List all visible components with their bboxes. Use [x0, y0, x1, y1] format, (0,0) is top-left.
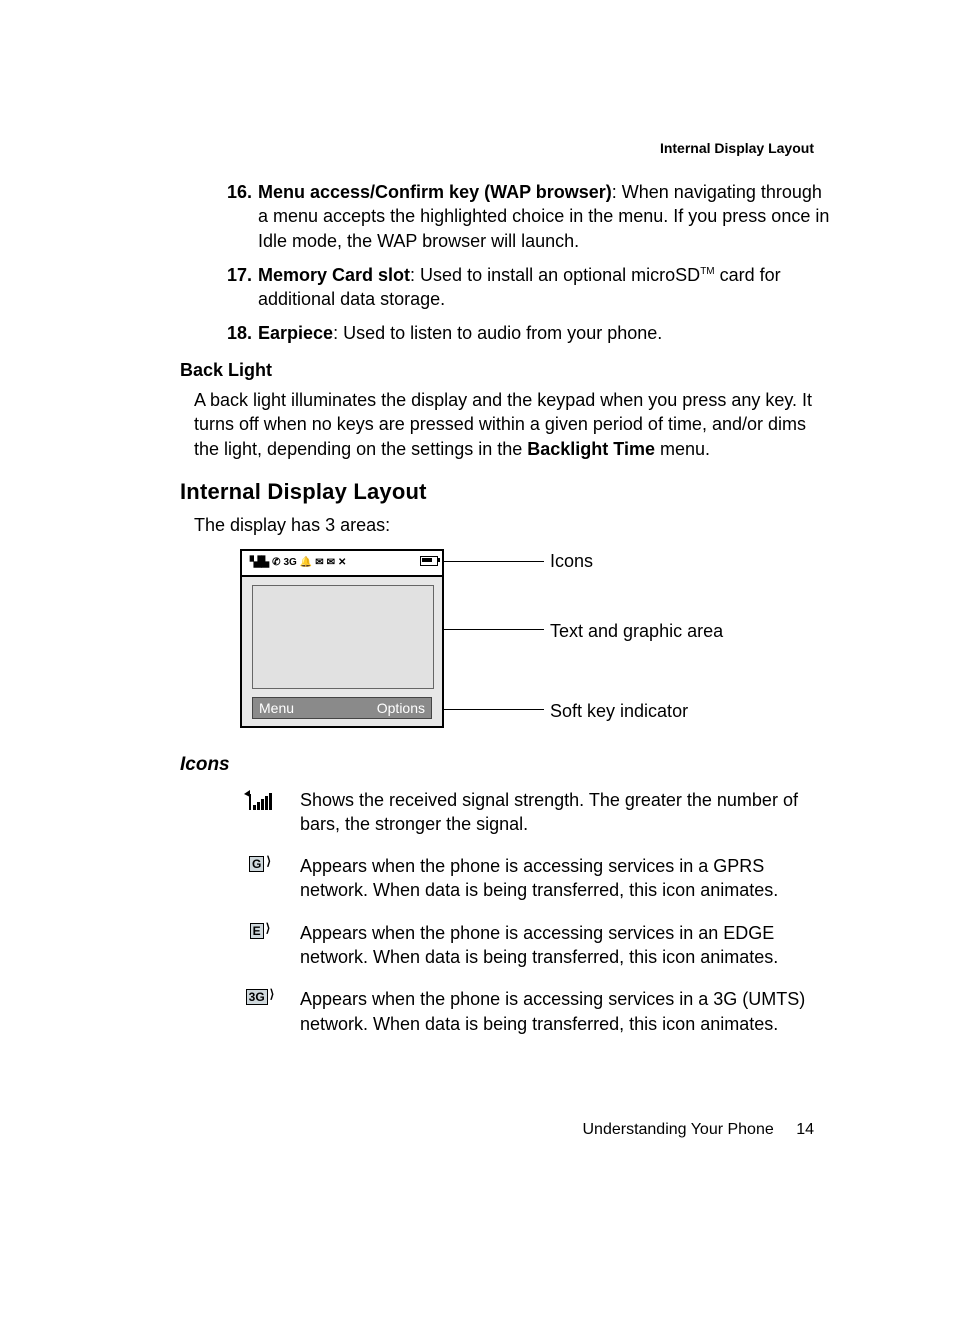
footer-chapter-title: Understanding Your Phone — [582, 1121, 773, 1138]
phone-screen-frame: ▝▟▙ ✆ 3G 🔔 ✉ ✉ ✕ Menu Options — [240, 549, 444, 728]
signal-strength-icon — [240, 788, 280, 837]
signal-mini-icon: ▝▟▙ — [246, 556, 269, 570]
running-header: Internal Display Layout — [660, 140, 814, 156]
list-item: 17. Memory Card slot: Used to install an… — [220, 263, 834, 312]
three-g-letter: 3G — [246, 989, 268, 1005]
leader-line — [444, 709, 544, 710]
diagram-text-area — [252, 585, 434, 689]
subsection-heading-icons: Icons — [180, 752, 834, 778]
icon-definition-row: G⟩ Appears when the phone is accessing s… — [240, 854, 834, 903]
gprs-letter: G — [249, 856, 264, 872]
subsection-heading-backlight: Back Light — [180, 358, 834, 382]
diagram-icons-bar: ▝▟▙ ✆ 3G 🔔 ✉ ✉ ✕ — [242, 551, 442, 577]
list-number: 16. — [220, 180, 258, 253]
trademark-symbol: TM — [700, 266, 714, 277]
signal-wave-icon: ⟩ — [266, 853, 271, 869]
icon-definition-text: Shows the received signal strength. The … — [300, 788, 834, 837]
page-content: 16. Menu access/Confirm key (WAP browser… — [180, 180, 834, 1036]
call-mini-icon: ✆ — [272, 556, 280, 570]
diagram-softkey-bar: Menu Options — [252, 697, 432, 719]
icon-definition-text: Appears when the phone is accessing serv… — [300, 921, 834, 970]
display-diagram: ▝▟▙ ✆ 3G 🔔 ✉ ✉ ✕ Menu Options — [240, 549, 740, 734]
backlight-text-pre: A back light illuminates the display and… — [194, 390, 812, 459]
callout-text-area: Text and graphic area — [550, 619, 723, 643]
softkey-right-label: Options — [377, 699, 425, 718]
status-icons-cluster: ▝▟▙ ✆ 3G 🔔 ✉ ✉ ✕ — [246, 556, 346, 570]
list-term: Earpiece — [258, 323, 333, 343]
leader-line — [444, 629, 544, 630]
mail2-mini-icon: ✉ — [327, 556, 335, 570]
signal-wave-icon: ⟩ — [266, 920, 271, 936]
icon-definition-text: Appears when the phone is accessing serv… — [300, 987, 834, 1036]
list-item: 18. Earpiece: Used to listen to audio fr… — [220, 321, 834, 345]
icon-definition-text: Appears when the phone is accessing serv… — [300, 854, 834, 903]
list-item: 16. Menu access/Confirm key (WAP browser… — [220, 180, 834, 253]
list-number: 18. — [220, 321, 258, 345]
document-page: Internal Display Layout 16. Menu access/… — [0, 0, 954, 1319]
section-intro: The display has 3 areas: — [194, 513, 834, 537]
list-term: Memory Card slot — [258, 265, 410, 285]
leader-line — [444, 561, 544, 562]
backlight-paragraph: A back light illuminates the display and… — [194, 388, 834, 461]
gprs-icon: G⟩ — [240, 854, 280, 903]
three-g-icon: 3G⟩ — [240, 987, 280, 1036]
3g-mini-icon: 3G — [283, 556, 296, 570]
callout-icons: Icons — [550, 549, 593, 573]
backlight-text-post: menu. — [655, 439, 710, 459]
list-desc: : Used to listen to audio from your phon… — [333, 323, 662, 343]
list-desc-pre: : Used to install an optional microSD — [410, 265, 700, 285]
list-body: Earpiece: Used to listen to audio from y… — [258, 321, 834, 345]
mute-mini-icon: ✕ — [338, 556, 346, 570]
list-body: Menu access/Confirm key (WAP browser): W… — [258, 180, 834, 253]
signal-wave-icon: ⟩ — [270, 986, 275, 1002]
list-number: 17. — [220, 263, 258, 312]
callout-softkey: Soft key indicator — [550, 699, 688, 723]
edge-icon: E⟩ — [240, 921, 280, 970]
list-body: Memory Card slot: Used to install an opt… — [258, 263, 834, 312]
list-term: Menu access/Confirm key (WAP browser) — [258, 182, 612, 202]
softkey-left-label: Menu — [259, 699, 294, 718]
icon-definition-row: Shows the received signal strength. The … — [240, 788, 834, 837]
backlight-time-term: Backlight Time — [527, 439, 655, 459]
mail-mini-icon: ✉ — [315, 556, 323, 570]
edge-letter: E — [250, 923, 264, 939]
icon-definition-row: E⟩ Appears when the phone is accessing s… — [240, 921, 834, 970]
page-number: 14 — [796, 1121, 814, 1138]
icon-definition-row: 3G⟩ Appears when the phone is accessing … — [240, 987, 834, 1036]
page-footer: Understanding Your Phone 14 — [582, 1121, 814, 1139]
battery-mini-icon — [420, 556, 438, 571]
bell-mini-icon: 🔔 — [300, 556, 312, 570]
section-heading-internal-display: Internal Display Layout — [180, 477, 834, 507]
